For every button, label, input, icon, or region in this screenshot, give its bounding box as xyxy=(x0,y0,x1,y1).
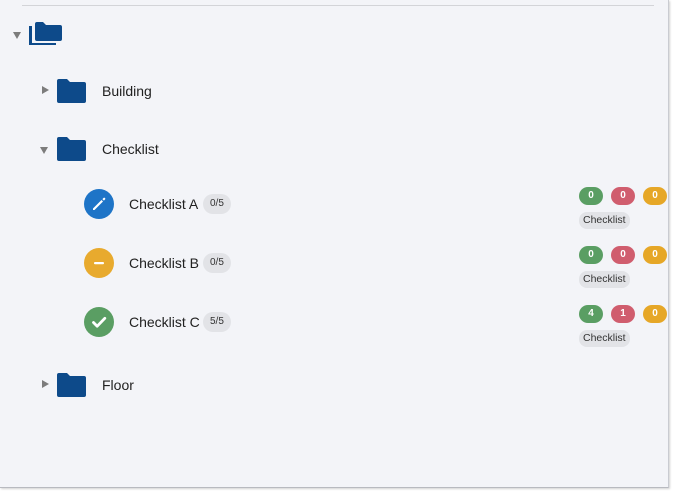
pending-count-badge: 0 xyxy=(643,305,667,323)
folder-label-floor[interactable]: Floor xyxy=(102,376,134,394)
pending-count-badge: 0 xyxy=(643,187,667,205)
type-chip: Checklist xyxy=(579,271,630,288)
floor-expand-caret[interactable] xyxy=(42,380,49,388)
minus-icon xyxy=(84,248,114,278)
progress-chip: 5/5 xyxy=(203,312,231,332)
folder-icon xyxy=(57,373,86,397)
item-label[interactable]: Checklist A xyxy=(129,195,198,213)
progress-chip: 0/5 xyxy=(203,194,231,214)
folder-label-building[interactable]: Building xyxy=(102,82,152,100)
passed-count-badge: 0 xyxy=(579,246,603,264)
folder-icon xyxy=(57,137,86,161)
item-label[interactable]: Checklist C xyxy=(129,313,200,331)
type-chip: Checklist xyxy=(579,212,630,229)
pending-count-badge: 0 xyxy=(643,246,667,264)
progress-chip: 0/5 xyxy=(203,253,231,273)
top-divider xyxy=(22,5,654,6)
item-label[interactable]: Checklist B xyxy=(129,254,199,272)
list-item[interactable]: Checklist B 0/5 0 0 0 Checklist xyxy=(0,246,668,288)
check-icon xyxy=(84,307,114,337)
failed-count-badge: 0 xyxy=(611,246,635,264)
checklist-expand-caret[interactable] xyxy=(40,147,48,154)
passed-count-badge: 0 xyxy=(579,187,603,205)
type-chip: Checklist xyxy=(579,330,630,347)
list-item[interactable]: Checklist A 0/5 0 0 0 Checklist xyxy=(0,187,668,229)
pencil-icon xyxy=(84,189,114,219)
building-expand-caret[interactable] xyxy=(42,86,49,94)
tree-panel: Building Checklist Checklist A 0/5 0 0 0… xyxy=(0,0,669,488)
folders-icon[interactable] xyxy=(28,21,63,47)
folder-label-checklist[interactable]: Checklist xyxy=(102,140,159,158)
failed-count-badge: 0 xyxy=(611,187,635,205)
passed-count-badge: 4 xyxy=(579,305,603,323)
folder-icon xyxy=(57,79,86,103)
failed-count-badge: 1 xyxy=(611,305,635,323)
list-item[interactable]: Checklist C 5/5 4 1 0 Checklist xyxy=(0,305,668,347)
root-expand-caret[interactable] xyxy=(13,32,21,39)
